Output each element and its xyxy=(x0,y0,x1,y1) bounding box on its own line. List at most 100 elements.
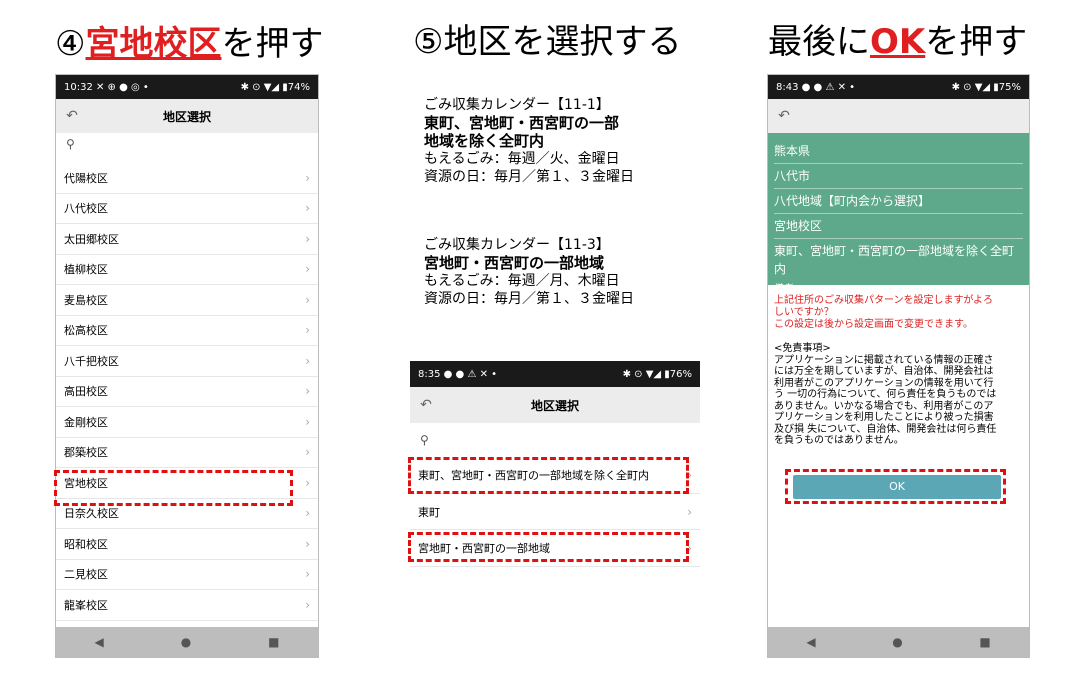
district-item[interactable]: 二見校区 › xyxy=(56,560,318,590)
area-label: 東町 xyxy=(418,505,440,519)
district-item[interactable]: 太田郷校区 › xyxy=(56,224,318,255)
status-icons: ✱ ⊙ ▼◢ ▮75% xyxy=(951,81,1021,93)
district-item[interactable]: 龍峯校区 › xyxy=(56,590,318,621)
district-item[interactable]: 植柳校区 › xyxy=(56,255,318,285)
district-label: 二見校区 xyxy=(64,568,108,582)
recents-nav-icon[interactable]: ■ xyxy=(268,635,279,649)
chevron-right-icon: › xyxy=(305,384,310,399)
undo-icon[interactable]: ↶ xyxy=(56,108,88,124)
calendar-title: ごみ収集カレンダー【11-3】 xyxy=(424,237,610,253)
disclaimer-line: を負うものではありません。 xyxy=(774,435,904,446)
district-label: 代陽校区 xyxy=(64,171,108,185)
status-time: 8:35 ● ● ⚠ ✕ • xyxy=(418,368,498,380)
district-label: 龍峯校区 xyxy=(64,598,108,612)
status-icons: ✱ ⊙ ▼◢ ▮76% xyxy=(622,368,692,380)
school-district: 宮地校区 xyxy=(774,214,1023,239)
disclaimer: <免責事項> アプリケーションに掲載されている情報の正確さ には万全を期していますが… xyxy=(774,343,1026,447)
step6-highlight: OK xyxy=(870,22,926,62)
recents-nav-icon[interactable]: ■ xyxy=(979,635,990,649)
app-bar: ↶ xyxy=(768,99,1029,133)
district-label: 植柳校区 xyxy=(64,263,108,277)
prefecture: 熊本県 xyxy=(774,139,1023,164)
highlight-area-11-3 xyxy=(408,532,689,562)
chevron-right-icon: › xyxy=(305,170,310,185)
district-item[interactable]: 代陽校区 › xyxy=(56,163,318,194)
calendar-burnable: もえるごみ：毎週／火、金曜日 xyxy=(424,151,620,167)
step6-heading: 最後にOKを押す xyxy=(768,22,1027,62)
disclaimer-line: プリケーションを利用したことにより被った損害 xyxy=(774,412,994,423)
chevron-right-icon: › xyxy=(305,567,310,582)
status-bar: 10:32 ✕ ⊕ ● ◎ • ✱ ⊙ ▼◢ ▮74% xyxy=(56,75,318,99)
calendar-resource: 資源の日：毎月／第１、３金曜日 xyxy=(424,169,634,185)
status-bar: 8:43 ● ● ⚠ ✕ • ✱ ⊙ ▼◢ ▮75% xyxy=(768,75,1029,99)
app-title: 地区選択 xyxy=(530,398,579,413)
calendar-area-cont: 地域を除く全町内 xyxy=(424,132,545,150)
calendar-area: 東町、宮地町・西宮町の一部 xyxy=(424,114,620,132)
district-label: 金剛校区 xyxy=(64,415,108,429)
calendar-info-11-3: ごみ収集カレンダー【11-3】 宮地町・西宮町の一部地域 もえるごみ：毎週／月、… xyxy=(424,236,634,308)
undo-icon[interactable]: ↶ xyxy=(768,108,800,124)
district-label: 松高校区 xyxy=(64,324,108,338)
search-icon[interactable]: ⚲ xyxy=(56,137,318,157)
district-item[interactable]: 高田校区 › xyxy=(56,377,318,407)
back-nav-icon[interactable]: ◀ xyxy=(806,635,815,649)
search-icon[interactable]: ⚲ xyxy=(410,433,700,451)
address-summary: 熊本県 八代市 八代地域【町内会から選択】 宮地校区 東町、宮地町・西宮町の一部… xyxy=(768,133,1029,295)
chevron-right-icon: › xyxy=(305,353,310,368)
district-item[interactable]: 八千把校区 › xyxy=(56,346,318,377)
disclaimer-line: 及び損 失について、自治体、開発会社は何ら責任 xyxy=(774,423,997,435)
confirm-line: この設定は後から設定画面で変更できます。 xyxy=(774,319,973,330)
step5-heading: ⑤地区を選択する xyxy=(413,22,682,62)
calendar-burnable: もえるごみ：毎週／月、木曜日 xyxy=(424,273,620,289)
disclaimer-line: アプリケーションに掲載されている情報の正確さ xyxy=(774,354,994,366)
status-time: 10:32 ✕ ⊕ ● ◎ • xyxy=(64,81,149,93)
step4-number: ④ xyxy=(55,24,86,64)
chevron-right-icon: › xyxy=(305,323,310,338)
highlight-ok-button xyxy=(785,469,1006,504)
district-label: 太田郷校区 xyxy=(64,232,119,246)
chevron-right-icon: › xyxy=(305,262,310,277)
app-title: 地区選択 xyxy=(162,109,211,124)
home-nav-icon[interactable]: ● xyxy=(892,635,902,649)
district-item[interactable]: 松高校区 › xyxy=(56,316,318,346)
step6-pre: 最後に xyxy=(768,22,870,62)
calendar-title: ごみ収集カレンダー【11-1】 xyxy=(424,97,610,113)
app-bar: ↶ 地区選択 xyxy=(56,99,318,133)
back-nav-icon[interactable]: ◀ xyxy=(94,635,103,649)
district-item[interactable]: 昭和校区 › xyxy=(56,529,318,560)
school-district-list: 代陽校区 › 八代校区 › 太田郷校区 › 植柳校区 › 麦島校区 › 松高校区 › 八千把校区 › 高田校… xyxy=(56,163,318,621)
calendar-area: 宮地町・西宮町の一部地域 xyxy=(424,254,605,272)
undo-icon[interactable]: ↶ xyxy=(410,397,442,413)
chevron-right-icon: › xyxy=(305,536,310,551)
district-item[interactable]: 麦島校区 › xyxy=(56,285,318,316)
district-item[interactable]: 金剛校区 › xyxy=(56,407,318,438)
disclaimer-line: <免責事項> xyxy=(774,343,831,354)
district-label: 日奈久校区 xyxy=(64,507,119,521)
chevron-right-icon: › xyxy=(305,445,310,460)
chevron-right-icon: › xyxy=(305,475,310,490)
calendar-info-11-1: ごみ収集カレンダー【11-1】 東町、宮地町・西宮町の一部 地域を除く全町内 も… xyxy=(424,96,634,186)
district-label: 八千把校区 xyxy=(64,354,119,368)
status-time: 8:43 ● ● ⚠ ✕ • xyxy=(776,81,856,93)
chevron-right-icon: › xyxy=(305,231,310,246)
chevron-right-icon: › xyxy=(305,597,310,612)
android-nav-bar: ◀ ● ■ xyxy=(56,627,318,657)
disclaimer-line: 利用者がこのアプリケーションの情報を用いて行 xyxy=(774,377,994,389)
home-nav-icon[interactable]: ● xyxy=(181,635,191,649)
status-bar: 8:35 ● ● ⚠ ✕ • ✱ ⊙ ▼◢ ▮76% xyxy=(410,361,700,387)
district-label: 八代校区 xyxy=(64,202,108,216)
highlight-miyaji-district xyxy=(54,470,293,506)
region: 八代地域【町内会から選択】 xyxy=(774,189,1023,214)
chevron-right-icon: › xyxy=(305,292,310,307)
district-label: 麦島校区 xyxy=(64,293,108,307)
chevron-right-icon: › xyxy=(305,201,310,216)
phone-screenshot-district-list: 10:32 ✕ ⊕ ● ◎ • ✱ ⊙ ▼◢ ▮74% ↶ 地区選択 ⚲ 代陽校… xyxy=(55,74,319,658)
district-item[interactable]: 郡築校区 › xyxy=(56,438,318,468)
confirm-message: 上記住所のごみ収集パターンを設定しますがよろ しいですか？ この設定は後から設定… xyxy=(774,295,993,331)
disclaimer-line: う 一切の行為について、何ら責任を負うものでは xyxy=(774,389,997,400)
district-item[interactable]: 八代校区 › xyxy=(56,194,318,224)
area-item[interactable]: 東町 › xyxy=(410,494,700,530)
district-label: 高田校区 xyxy=(64,385,108,399)
disclaimer-line: には万全を期していますが、自治体、開発会社は xyxy=(774,366,994,377)
chevron-right-icon: › xyxy=(305,414,310,429)
